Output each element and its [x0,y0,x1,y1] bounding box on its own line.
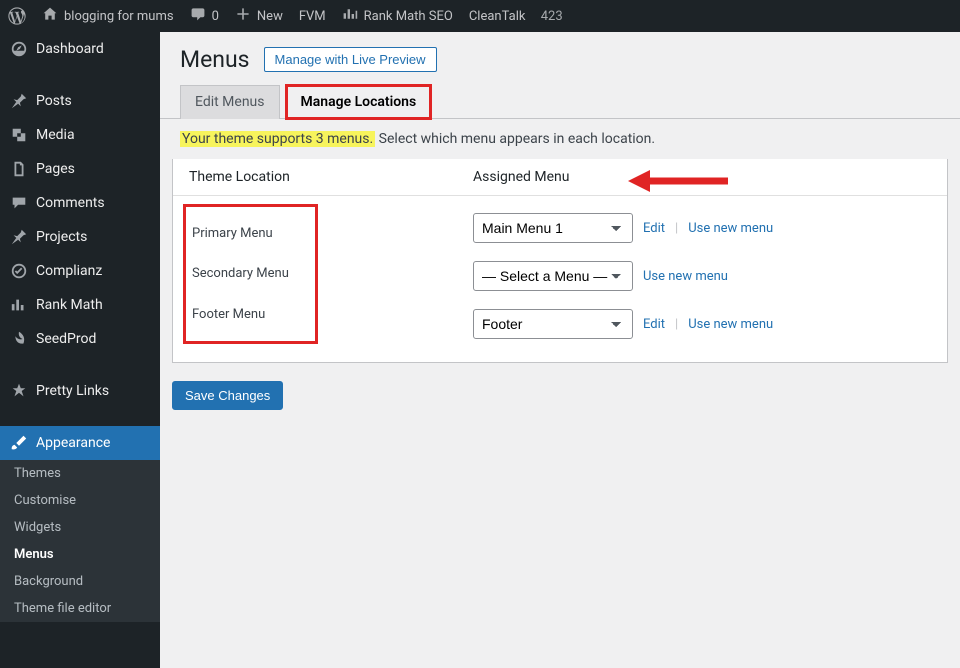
page-title: Menus [180,46,250,73]
notice-highlight: Your theme supports 3 menus. [180,131,375,147]
dashboard-icon [10,40,28,58]
submenu-background[interactable]: Background [0,568,160,595]
sidebar-item-rankmath[interactable]: Rank Math [0,288,160,322]
comment-icon [190,6,206,26]
sidebar-item-label: Comments [36,195,105,211]
cleantalk-label: CleanTalk [469,9,526,24]
sidebar-item-prettylinks[interactable]: Pretty Links [0,374,160,408]
location-primary: Primary Menu [192,226,309,241]
graph-icon [10,296,28,314]
sidebar-item-label: Dashboard [36,41,104,57]
select-footer-menu[interactable]: Footer [473,309,633,339]
rankmath-label: Rank Math SEO [364,9,453,24]
sidebar-item-appearance[interactable]: Appearance [0,426,160,460]
new-content-link[interactable]: New [227,0,291,32]
submenu-customise[interactable]: Customise [0,487,160,514]
admin-topbar: blogging for mums 0 New FVM Rank Math SE… [0,0,960,32]
notice-rest: Select which menu appears in each locati… [375,131,655,147]
sidebar-item-dashboard[interactable]: Dashboard [0,32,160,66]
sidebar-item-label: Projects [36,229,87,245]
submenu-menus[interactable]: Menus [0,541,160,568]
pin-icon [10,228,28,246]
new-link-secondary[interactable]: Use new menu [643,269,728,284]
graph-icon [342,6,358,26]
site-name-label: blogging for mums [64,9,174,24]
site-name-link[interactable]: blogging for mums [34,0,182,32]
sidebar-item-comments[interactable]: Comments [0,186,160,220]
sidebar-item-label: Appearance [36,435,110,451]
fvm-label: FVM [299,9,326,24]
sidebar-item-projects[interactable]: Projects [0,220,160,254]
comment-count: 0 [212,9,219,24]
edit-link-footer[interactable]: Edit [643,317,665,332]
comment-icon [10,194,28,212]
col-assigned-menu: Assigned Menu [473,169,937,185]
select-secondary-menu[interactable]: — Select a Menu — [473,261,633,291]
submenu-theme-file-editor[interactable]: Theme file editor [0,595,160,622]
annotation-red-box: Primary Menu Secondary Menu Footer Menu [183,204,318,344]
new-link-footer[interactable]: Use new menu [688,317,773,332]
wp-logo-icon[interactable] [0,0,34,32]
appearance-submenu: Themes Customise Widgets Menus Backgroun… [0,460,160,622]
sidebar-item-complianz[interactable]: Complianz [0,254,160,288]
content-area: Menus Manage with Live Preview Edit Menu… [160,32,960,668]
submenu-widgets[interactable]: Widgets [0,514,160,541]
sidebar-item-label: SeedProd [36,331,96,347]
sidebar-item-label: Complianz [36,263,102,279]
home-icon [42,6,58,26]
sidebar-item-posts[interactable]: Posts [0,84,160,118]
tab-edit-menus[interactable]: Edit Menus [180,85,280,119]
leaf-icon [10,330,28,348]
star-icon [10,382,28,400]
select-primary-menu[interactable]: Main Menu 1 [473,213,633,243]
submenu-themes[interactable]: Themes [0,460,160,487]
edit-link-primary[interactable]: Edit [643,221,665,236]
tab-manage-locations[interactable]: Manage Locations [286,85,432,119]
sidebar-item-label: Pages [36,161,75,177]
location-footer: Footer Menu [192,307,309,322]
theme-support-notice: Your theme supports 3 menus. Select whic… [160,119,960,159]
save-changes-button[interactable]: Save Changes [172,381,283,410]
tabs: Edit Menus Manage Locations [160,85,960,119]
sidebar-item-label: Pretty Links [36,383,109,399]
comments-link[interactable]: 0 [182,0,227,32]
cleantalk-count: 423 [541,9,563,24]
admin-sidebar: Dashboard Posts Media Pages Comments Pro… [0,32,160,668]
locations-table: Theme Location Assigned Menu Primary Men… [172,159,948,363]
sidebar-item-seedprod[interactable]: SeedProd [0,322,160,356]
live-preview-button[interactable]: Manage with Live Preview [264,47,437,72]
new-link-primary[interactable]: Use new menu [688,221,773,236]
fvm-link[interactable]: FVM [291,0,334,32]
sidebar-item-pages[interactable]: Pages [0,152,160,186]
new-label: New [257,9,283,24]
sidebar-item-label: Media [36,127,75,143]
sidebar-item-label: Rank Math [36,297,103,313]
rankmath-link[interactable]: Rank Math SEO [334,0,461,32]
page-icon [10,160,28,178]
sidebar-item-media[interactable]: Media [0,118,160,152]
media-icon [10,126,28,144]
sidebar-item-label: Posts [36,93,72,109]
location-secondary: Secondary Menu [192,266,309,281]
col-theme-location: Theme Location [183,169,473,185]
plus-icon [235,6,251,26]
brush-icon [10,434,28,452]
cleantalk-link[interactable]: CleanTalk 423 [461,0,571,32]
pin-icon [10,92,28,110]
circle-icon [10,262,28,280]
